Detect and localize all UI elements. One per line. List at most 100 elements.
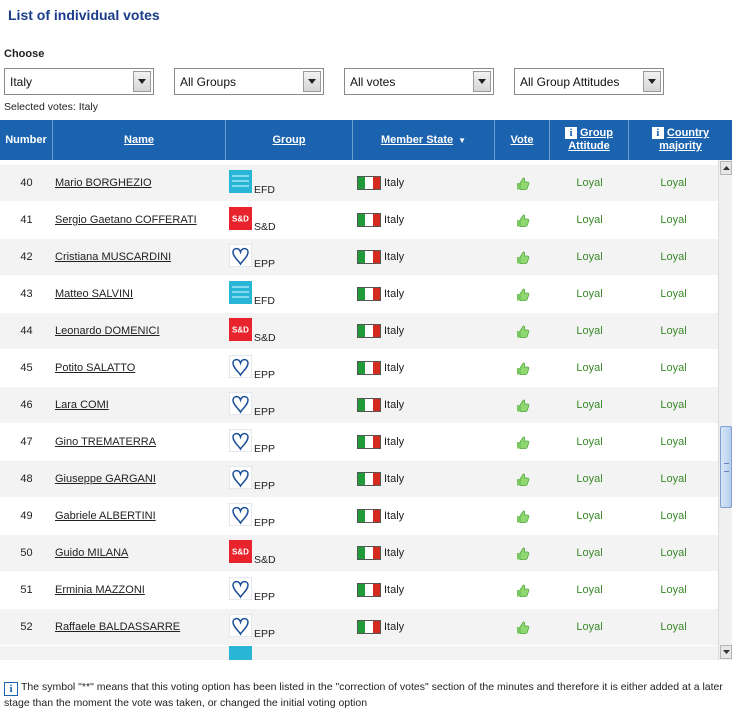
group-logo-icon <box>229 169 252 202</box>
row-number: 47 <box>20 436 33 448</box>
italy-flag-icon <box>357 250 381 264</box>
group-cell: EFD <box>226 165 353 202</box>
member-name-link[interactable]: Cristiana MUSCARDINI <box>53 251 226 263</box>
group-logo-icon <box>228 465 253 498</box>
country-majority-value: Loyal <box>660 436 687 448</box>
info-icon[interactable]: i <box>565 127 577 139</box>
member-name[interactable]: Matteo SALVINI <box>55 288 133 300</box>
row-number: 44 <box>20 325 33 337</box>
member-name[interactable]: Mario BORGHEZIO <box>55 177 152 189</box>
member-name[interactable]: Gabriele ALBERTINI <box>55 510 156 522</box>
column-header-group-label[interactable]: Group <box>273 134 306 147</box>
chevron-down-icon[interactable] <box>643 71 661 92</box>
member-state-cell: Italy <box>353 176 495 190</box>
scroll-down-icon[interactable] <box>720 645 732 659</box>
member-state-label: Italy <box>384 214 405 226</box>
member-name[interactable]: Potito SALATTO <box>55 362 135 374</box>
group-cell: EPP <box>226 350 353 387</box>
member-state-select[interactable]: Italy <box>4 68 154 95</box>
member-name-link[interactable]: Gabriele ALBERTINI <box>53 510 226 522</box>
chevron-down-icon[interactable] <box>303 71 321 92</box>
group-logo-icon <box>229 280 252 313</box>
chevron-down-icon[interactable] <box>133 71 151 92</box>
column-header-group[interactable]: Group <box>226 120 353 160</box>
attitude-select[interactable]: All Group Attitudes <box>514 68 664 95</box>
member-name-link[interactable]: Lara COMI <box>53 399 226 411</box>
member-name[interactable]: Cristiana MUSCARDINI <box>55 251 171 263</box>
member-name-link[interactable]: Sergio Gaetano COFFERATI <box>53 214 226 226</box>
member-state-cell: Italy <box>353 361 495 375</box>
column-header-member-state[interactable]: Member State ▼ <box>353 120 495 160</box>
group-cell: EPP <box>226 572 353 609</box>
chevron-down-icon[interactable] <box>473 71 491 92</box>
scrollbar-thumb[interactable] <box>720 426 732 508</box>
svg-text:S&D: S&D <box>232 214 249 223</box>
column-header-group-attitude[interactable]: i Group Attitude <box>550 120 629 160</box>
member-state-label: Italy <box>384 584 405 596</box>
column-header-country-majority[interactable]: i Country majority <box>629 120 732 160</box>
member-state-label: Italy <box>384 547 405 559</box>
member-name-link[interactable]: Guido MILANA <box>53 547 226 559</box>
group-cell: S&D S&D <box>226 202 353 239</box>
column-header-vote-label[interactable]: Vote <box>510 134 533 147</box>
column-header-name-label[interactable]: Name <box>124 134 154 147</box>
italy-flag-icon <box>357 398 381 412</box>
member-name[interactable]: Leonardo DOMENICI <box>55 325 160 337</box>
member-name[interactable]: Guido MILANA <box>55 547 128 559</box>
member-name-link[interactable]: Leonardo DOMENICI <box>53 325 226 337</box>
column-header-name[interactable]: Name <box>53 120 226 160</box>
votes-select[interactable]: All votes <box>344 68 494 95</box>
country-majority-value: Loyal <box>660 399 687 411</box>
group-cell: S&D S&D <box>226 535 353 572</box>
member-name-link[interactable]: Mario BORGHEZIO <box>53 177 226 189</box>
group-select[interactable]: All Groups <box>174 68 324 95</box>
country-majority-value: Loyal <box>660 473 687 485</box>
member-name-link[interactable]: Potito SALATTO <box>53 362 226 374</box>
member-name-link[interactable]: Gino TREMATERRA <box>53 436 226 448</box>
page-title: List of individual votes <box>8 7 160 23</box>
sort-descending-icon[interactable]: ▼ <box>458 134 466 147</box>
group-cell: EPP <box>226 609 353 646</box>
member-name[interactable]: Sergio Gaetano COFFERATI <box>55 214 197 226</box>
column-header-member-state-label[interactable]: Member State <box>381 134 453 147</box>
member-name[interactable]: Gino TREMATERRA <box>55 436 156 448</box>
member-state-cell: Italy <box>353 509 495 523</box>
member-state-label: Italy <box>384 399 405 411</box>
member-name[interactable]: Erminia MAZZONI <box>55 584 145 596</box>
table-row: 49 Gabriele ALBERTINI EPP Italy Loyal Loyal <box>0 498 718 535</box>
info-icon[interactable]: i <box>651 127 664 139</box>
row-number: 45 <box>20 362 33 374</box>
member-name-link[interactable]: Giuseppe GARGANI <box>53 473 226 485</box>
row-number: 52 <box>20 621 33 633</box>
group-attitude-value: Loyal <box>576 214 603 226</box>
row-number: 42 <box>20 251 33 263</box>
member-state-label: Italy <box>384 362 405 374</box>
member-name[interactable]: Giuseppe GARGANI <box>55 473 156 485</box>
group-label: EPP <box>254 627 276 640</box>
row-number: 40 <box>20 177 33 189</box>
member-state-label: Italy <box>384 177 405 189</box>
scroll-up-icon[interactable] <box>720 161 732 175</box>
member-state-cell: Italy <box>353 398 495 412</box>
thumbs-up-icon <box>495 213 550 228</box>
group-logo-icon <box>228 502 253 535</box>
thumbs-up-icon <box>495 398 550 413</box>
group-attitude-value: Loyal <box>576 399 603 411</box>
member-name[interactable]: Lara COMI <box>55 399 109 411</box>
member-state-label: Italy <box>384 288 405 300</box>
group-attitude-value: Loyal <box>576 288 603 300</box>
member-name-link[interactable]: Raffaele BALDASSARRE <box>53 621 226 633</box>
column-header-vote[interactable]: Vote <box>495 120 550 160</box>
italy-flag-icon <box>357 583 381 597</box>
thumbs-up-icon <box>495 620 550 635</box>
vertical-scrollbar[interactable] <box>718 160 732 660</box>
column-header-country-majority-label[interactable]: Country majority <box>659 127 709 152</box>
group-label: EPP <box>254 442 276 455</box>
group-cell: EPP <box>226 424 353 461</box>
info-icon: i <box>4 682 18 696</box>
group-logo-icon <box>228 576 253 609</box>
member-name-link[interactable]: Matteo SALVINI <box>53 288 226 300</box>
table-row: 51 Erminia MAZZONI EPP Italy Loyal Loyal <box>0 572 718 609</box>
member-name[interactable]: Raffaele BALDASSARRE <box>55 621 180 633</box>
member-name-link[interactable]: Erminia MAZZONI <box>53 584 226 596</box>
